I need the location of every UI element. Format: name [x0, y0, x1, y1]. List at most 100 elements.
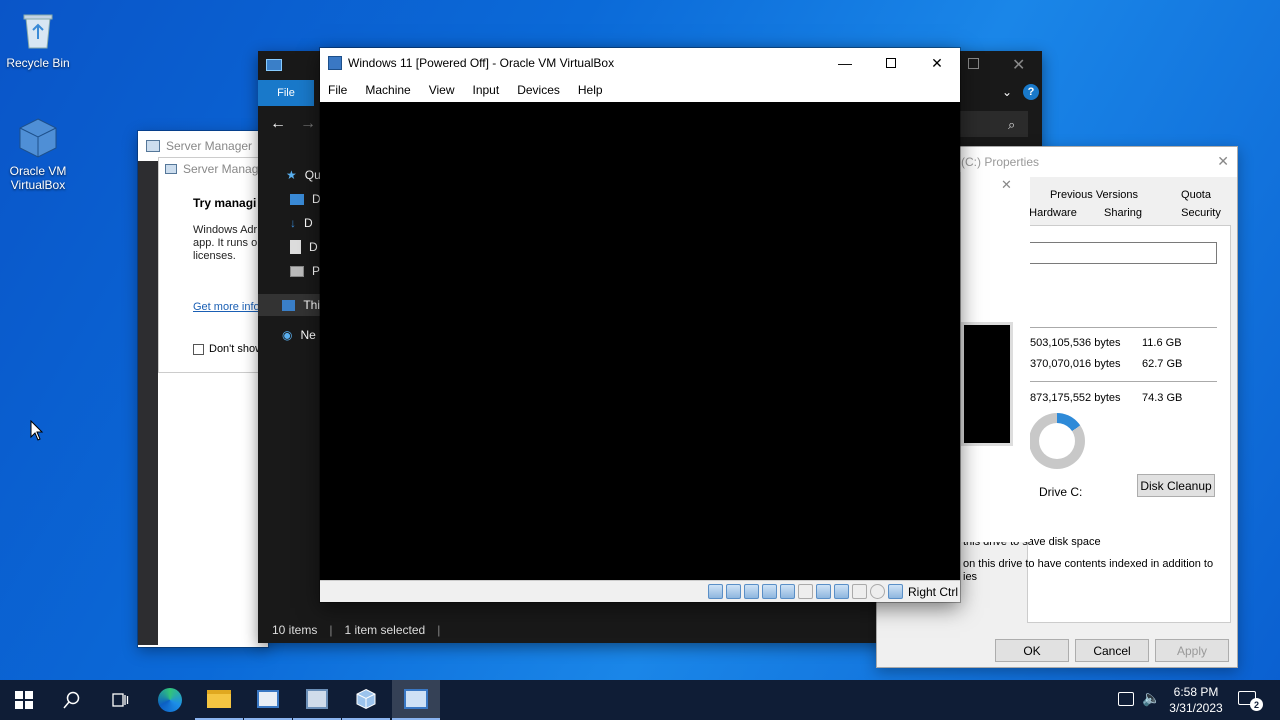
mouse-integration-icon[interactable] [869, 584, 885, 599]
forward-arrow-icon[interactable]: → [300, 115, 316, 133]
capacity-gb: 74.3 GB [1142, 392, 1183, 404]
network-icon: ◉ [282, 328, 293, 342]
vm-window-icon [404, 689, 428, 709]
tab-sharing[interactable]: Sharing [1077, 205, 1169, 223]
task-view-icon [112, 693, 129, 707]
help-icon[interactable]: ? [1023, 84, 1039, 100]
search-box[interactable] [958, 111, 1028, 137]
audio-icon[interactable] [743, 584, 759, 599]
nav-desktop[interactable]: D [290, 192, 321, 206]
close-icon[interactable]: ✕ [1001, 177, 1012, 193]
taskbar-server-tool[interactable] [293, 680, 341, 720]
desktop-icon-virtualbox[interactable]: Oracle VM VirtualBox [0, 116, 76, 192]
server-manager-icon [146, 140, 160, 152]
close-button[interactable]: ✕ [914, 48, 960, 78]
taskbar-server-manager[interactable] [244, 680, 292, 720]
apply-button[interactable]: Apply [1155, 639, 1229, 662]
menu-file[interactable]: File [328, 83, 347, 97]
menu-help[interactable]: Help [578, 83, 603, 97]
chevron-down-icon[interactable]: ⌄ [1002, 85, 1012, 99]
computer-icon [266, 59, 282, 71]
display-icon[interactable] [815, 584, 831, 599]
close-icon[interactable]: ✕ [1012, 55, 1025, 75]
cpu-icon[interactable] [851, 584, 867, 599]
clock[interactable]: 6:58 PM 3/31/2023 [1164, 684, 1228, 716]
close-icon[interactable]: ✕ [1217, 153, 1229, 170]
usb-icon[interactable] [779, 584, 795, 599]
maximize-icon[interactable] [968, 58, 979, 69]
shared-folder-icon[interactable] [797, 584, 813, 599]
desktop-icon-recycle-bin[interactable]: Recycle Bin [0, 8, 76, 70]
search-button[interactable] [48, 680, 96, 720]
separator [1027, 381, 1217, 382]
maximize-button[interactable] [868, 48, 914, 78]
desktop-folder-icon [290, 193, 304, 205]
capacity-bytes: 873,175,552 bytes [1030, 392, 1121, 404]
start-button[interactable] [0, 680, 48, 720]
dont-show-checkbox-row[interactable]: Don't show [193, 343, 263, 355]
ok-button[interactable]: OK [995, 639, 1069, 662]
menu-devices[interactable]: Devices [517, 83, 560, 97]
used-space-bytes: 503,105,536 bytes [1030, 337, 1121, 349]
server-manager-dialog: Server Manage Try managi Windows Adr app… [158, 157, 268, 373]
free-space-bytes: 370,070,016 bytes [1030, 358, 1121, 370]
vm-statusbar: Right Ctrl [320, 580, 960, 602]
vm-display[interactable] [320, 102, 960, 580]
keyboard-capture-icon[interactable] [887, 584, 903, 599]
nav-this-pc[interactable]: Thi [258, 294, 320, 316]
document-icon [290, 240, 301, 254]
disk-cleanup-button[interactable]: Disk Cleanup [1137, 474, 1215, 497]
network-icon[interactable] [761, 584, 777, 599]
virtualbox-icon [16, 116, 60, 160]
server-tool-icon [306, 689, 328, 709]
preview-box [961, 322, 1013, 446]
recording-icon[interactable] [833, 584, 849, 599]
dont-show-checkbox[interactable] [193, 343, 204, 355]
ribbon-file-tab[interactable]: File [258, 80, 314, 106]
desktop-icon-label: Recycle Bin [6, 56, 70, 70]
taskbar-vm-window[interactable] [392, 680, 440, 720]
desktop-icon-label: Oracle VM VirtualBox [9, 164, 67, 192]
tab-hardware[interactable]: Hardware [1029, 205, 1077, 223]
hard-disk-icon[interactable] [707, 584, 723, 599]
virtualbox-icon [328, 56, 342, 70]
notification-badge: 2 [1250, 698, 1263, 711]
back-arrow-icon[interactable]: ← [270, 115, 286, 133]
notification-center-button[interactable]: 2 [1236, 689, 1263, 711]
tab-quota[interactable]: Quota [1159, 187, 1233, 205]
get-more-info-link[interactable]: Get more info [193, 301, 260, 313]
nav-network[interactable]: ◉ Ne [282, 328, 316, 342]
taskbar-edge[interactable] [146, 680, 194, 720]
tab-security[interactable]: Security [1169, 205, 1233, 223]
clock-date: 3/31/2023 [1169, 701, 1223, 715]
search-icon [63, 691, 80, 709]
menu-machine[interactable]: Machine [365, 83, 410, 97]
vm-window-title: Windows 11 [Powered Off] - Oracle VM Vir… [348, 56, 615, 70]
taskbar-virtualbox-manager[interactable] [342, 680, 390, 720]
index-option-text: on this drive to have contents indexed i… [963, 558, 1214, 570]
host-key-label[interactable]: Right Ctrl [908, 585, 958, 599]
drive-name-field[interactable] [1027, 242, 1217, 264]
tab-previous-versions[interactable]: Previous Versions [1029, 187, 1159, 205]
optical-drive-icon[interactable] [725, 584, 741, 599]
vm-titlebar[interactable]: Windows 11 [Powered Off] - Oracle VM Vir… [320, 48, 960, 78]
nav-documents[interactable]: D [290, 240, 318, 254]
nav-quick-access[interactable]: ★ Qu [286, 168, 321, 182]
separator [1027, 327, 1217, 328]
menu-view[interactable]: View [429, 83, 455, 97]
index-option-text-2: ies [963, 571, 978, 583]
cancel-button[interactable]: Cancel [1075, 639, 1149, 662]
taskbar: 🔈 6:58 PM 3/31/2023 2 [0, 680, 1280, 720]
menu-input[interactable]: Input [473, 83, 500, 97]
minimize-button[interactable]: — [822, 48, 868, 78]
volume-icon[interactable]: 🔈 [1142, 689, 1161, 707]
nav-pictures[interactable]: Pi [290, 264, 323, 278]
nav-downloads[interactable]: ↓ D [290, 216, 313, 230]
network-tray-icon[interactable] [1118, 692, 1134, 706]
disk-usage-donut [1029, 413, 1085, 469]
hidden-dialog-fragment: ✕ [960, 172, 1030, 542]
task-view-button[interactable] [96, 680, 144, 720]
dialog-titlebar[interactable]: Server Manage [159, 158, 267, 180]
windows-logo-icon [15, 691, 33, 709]
taskbar-file-explorer[interactable] [195, 680, 243, 720]
